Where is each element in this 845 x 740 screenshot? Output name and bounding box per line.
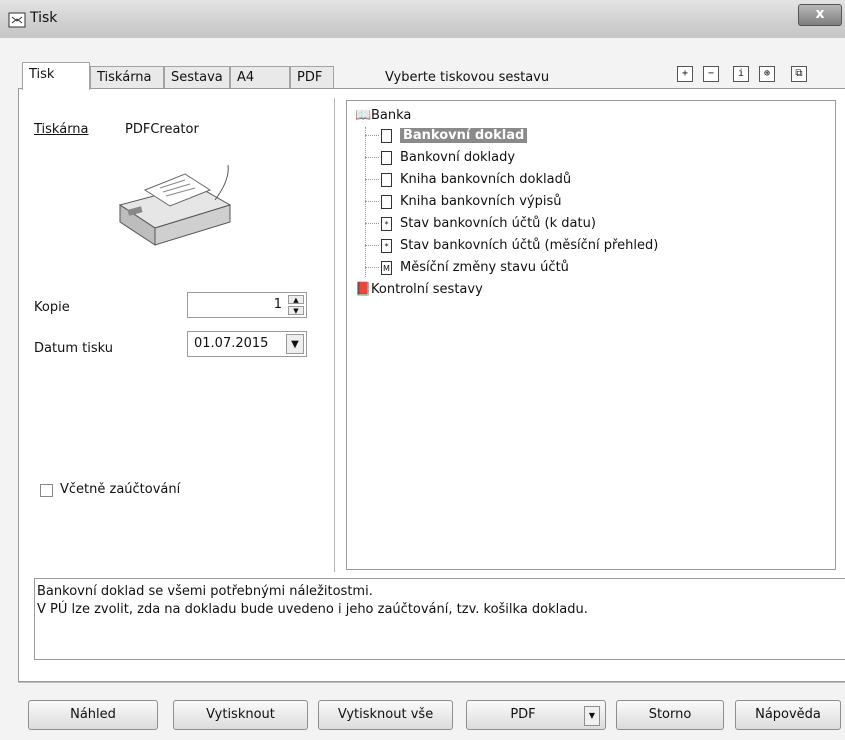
document-icon <box>381 172 392 187</box>
printer-illustration-icon <box>118 164 232 246</box>
tree-item[interactable]: Kniha bankovních dokladů <box>365 169 571 191</box>
description-line: V PÚ lze zvolit, zda na dokladu bude uve… <box>37 602 588 617</box>
help-button[interactable]: Nápověda <box>735 700 841 730</box>
cancel-button[interactable]: Storno <box>616 700 724 730</box>
title-bar <box>0 0 845 39</box>
tree-item[interactable]: Bankovní doklady <box>365 147 515 169</box>
bottom-divider <box>18 682 845 683</box>
tab-pdf[interactable]: PDF <box>290 66 334 88</box>
printer-link[interactable]: Tiskárna <box>34 122 89 137</box>
report-tree[interactable]: 📖Banka Bankovní doklad Bankovní doklady … <box>346 100 836 570</box>
spin-down-icon[interactable]: ▼ <box>288 306 304 315</box>
copies-value: 1 <box>273 297 282 312</box>
include-accounting-checkbox[interactable] <box>40 484 53 497</box>
tree-node-banka[interactable]: 📖Banka <box>355 105 411 127</box>
chevron-down-icon[interactable]: ▼ <box>286 334 304 354</box>
collapse-icon[interactable]: − <box>703 66 719 82</box>
print-date-value: 01.07.2015 <box>194 336 269 351</box>
tree-item[interactable]: M Měsíční změny stavu účtů <box>365 257 569 279</box>
document-icon <box>381 128 392 143</box>
printer-name: PDFCreator <box>125 122 199 137</box>
starred-document-icon: * <box>381 238 392 253</box>
closed-book-icon: 📕 <box>355 282 372 297</box>
starred-document-icon: * <box>381 216 392 231</box>
copies-stepper[interactable]: 1 ▲ ▼ <box>187 292 307 318</box>
add-report-icon[interactable]: ⊕ <box>759 66 775 82</box>
include-accounting-label: Včetně zaúčtování <box>60 482 181 497</box>
info-icon[interactable]: i <box>733 66 749 82</box>
spin-buttons: ▲ ▼ <box>288 295 304 315</box>
monthly-document-icon: M <box>381 260 392 275</box>
expand-icon[interactable]: + <box>677 66 693 82</box>
chevron-down-icon[interactable]: ▼ <box>584 706 600 726</box>
report-description: Bankovní doklad se všemi potřebnými nále… <box>34 578 845 660</box>
select-report-label: Vyberte tiskovou sestavu <box>385 70 550 85</box>
pdf-button-label: PDF <box>510 707 536 722</box>
close-button[interactable]: x <box>798 4 842 26</box>
print-button[interactable]: Vytisknout <box>173 700 308 730</box>
tree-node-kontrolni-sestavy[interactable]: 📕Kontrolní sestavy <box>355 279 483 301</box>
window-title: Tisk <box>30 10 58 26</box>
tree-item[interactable]: * Stav bankovních účtů (k datu) <box>365 213 596 235</box>
app-icon <box>8 12 26 28</box>
tab-tisk[interactable]: Tisk <box>22 62 90 90</box>
tree-item[interactable]: Kniha bankovních výpisů <box>365 191 562 213</box>
pane-divider <box>334 98 335 572</box>
print-all-button[interactable]: Vytisknout vše <box>318 700 453 730</box>
spin-up-icon[interactable]: ▲ <box>288 295 304 304</box>
copies-label: Kopie <box>34 300 70 315</box>
print-date-label: Datum tisku <box>34 341 113 356</box>
print-date-field[interactable]: 01.07.2015 ▼ <box>187 331 307 357</box>
tab-a4[interactable]: A4 <box>230 66 290 88</box>
document-icon <box>381 150 392 165</box>
tree-item[interactable]: Bankovní doklad <box>365 125 528 147</box>
tab-sestava[interactable]: Sestava <box>164 66 230 88</box>
tree-item[interactable]: * Stav bankovních účtů (měsíční přehled) <box>365 235 658 257</box>
preview-button[interactable]: Náhled <box>28 700 158 730</box>
tab-tiskarna[interactable]: Tiskárna <box>90 66 164 88</box>
copy-icon[interactable]: ⧉ <box>791 66 807 82</box>
description-line: Bankovní doklad se všemi potřebnými nále… <box>37 584 373 599</box>
document-icon <box>381 194 392 209</box>
open-book-icon: 📖 <box>355 108 372 123</box>
